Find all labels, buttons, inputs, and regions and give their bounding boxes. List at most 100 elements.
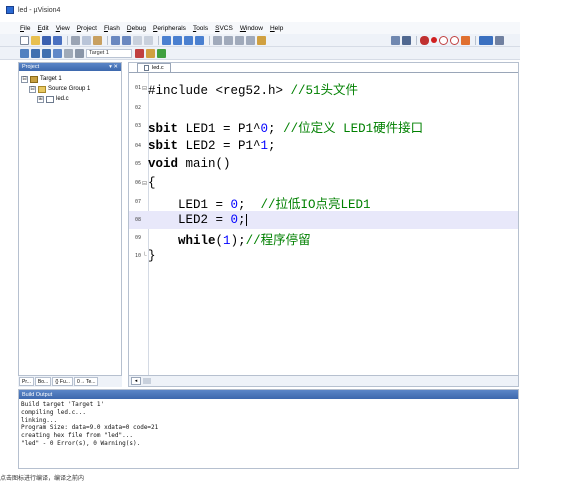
menu-project[interactable]: Project	[77, 25, 97, 32]
panel-tab-0[interactable]: Pr...	[19, 377, 34, 386]
tree-item-source-group-1[interactable]: ⊟ Source Group 1	[21, 84, 119, 94]
code-line-02[interactable]: 02	[129, 99, 518, 117]
uncomment-icon[interactable]	[246, 35, 255, 45]
unindent-icon[interactable]	[224, 35, 233, 45]
build-output-line: compiling led.c...	[21, 408, 87, 416]
panel-tab-2[interactable]: {} Fu...	[52, 377, 73, 386]
code-text: sbit LED1 = P1^0; //位定义 LED1硬件接口	[148, 121, 424, 136]
project-panel-header: Project ▾ ✕	[19, 63, 121, 71]
undo-icon[interactable]	[111, 35, 120, 45]
find-in-files-icon[interactable]	[257, 35, 266, 45]
configure-icon[interactable]	[461, 35, 470, 45]
main-toolbar	[0, 34, 520, 47]
kill-breakpoints-icon[interactable]	[450, 35, 459, 45]
code-line-06[interactable]: 06 ⊟{	[129, 174, 518, 192]
save-all-icon[interactable]	[53, 35, 62, 45]
target-options-icon[interactable]	[135, 48, 144, 58]
code-line-08[interactable]: 08 LED2 = 0;	[129, 211, 518, 229]
bookmark-next-icon[interactable]	[184, 35, 193, 45]
indent-icon[interactable]	[213, 35, 222, 45]
stop-build-icon[interactable]	[64, 48, 73, 58]
code-line-01[interactable]: 01 ⊟ #include <reg52.h> //51头文件	[129, 79, 518, 98]
menu-tools[interactable]: Tools	[193, 25, 208, 32]
tree-expander-icon[interactable]: ⊟	[29, 85, 36, 93]
batch-build-icon[interactable]	[53, 48, 62, 58]
new-file-icon[interactable]	[20, 35, 29, 45]
manage-components-icon[interactable]	[157, 48, 166, 58]
bookmark-clear-icon[interactable]	[195, 35, 204, 45]
bookmark-prev-icon[interactable]	[173, 35, 182, 45]
tools-icon[interactable]	[495, 35, 504, 45]
menu-svcs[interactable]: SVCS	[215, 25, 233, 32]
code-line-05[interactable]: 05 void main()	[129, 155, 518, 173]
scroll-thumb[interactable]	[143, 378, 151, 384]
menu-label-rest: iew	[59, 24, 70, 32]
build-icon[interactable]	[31, 48, 40, 58]
copy-icon[interactable]	[82, 35, 91, 45]
code-editor[interactable]: led.c 01 ⊟ #include <reg52.h> //51头文件 02 03 s…	[128, 62, 519, 387]
code-line-03[interactable]: 03 sbit LED1 = P1^0; //位定义 LED1硬件接口	[129, 117, 518, 136]
tree-expander-icon[interactable]: ⊞	[37, 95, 44, 103]
download-icon[interactable]	[75, 48, 84, 58]
disable-breakpoint-icon[interactable]	[439, 35, 448, 45]
code-text: LED2 = 0;	[148, 213, 247, 227]
line-number: 06	[134, 180, 141, 186]
menu-label-rest: elp	[274, 24, 284, 32]
fold-marker-icon[interactable]: ⊟	[141, 180, 148, 187]
tree-expander-icon[interactable]: ⊟	[21, 75, 28, 83]
menu-peripherals[interactable]: Peripherals	[153, 25, 186, 32]
menu-label-rest: roject	[81, 24, 97, 32]
incremental-find-icon[interactable]	[402, 35, 411, 45]
menu-label-rest: lash	[107, 24, 120, 32]
breakpoint-icon[interactable]	[431, 37, 437, 43]
menu-view[interactable]: View	[56, 25, 70, 32]
code-line-07[interactable]: 07 LED1 = 0; //拉低IO点亮LED1	[129, 193, 518, 212]
target-select-value: Target 1	[89, 50, 109, 56]
open-folder-icon[interactable]	[31, 35, 40, 45]
translate-icon[interactable]	[20, 48, 29, 58]
build-output-panel: Build Output Build target 'Target 1' comp…	[18, 389, 519, 469]
redo-icon[interactable]	[122, 35, 131, 45]
save-icon[interactable]	[42, 35, 51, 45]
scroll-left-button[interactable]: ◂	[131, 377, 141, 385]
bookmark-icon[interactable]	[162, 35, 171, 45]
panel-controls[interactable]: ▾ ✕	[109, 64, 118, 70]
target-select[interactable]: Target 1	[86, 48, 132, 58]
rebuild-icon[interactable]	[42, 48, 51, 58]
nav-back-icon[interactable]	[133, 35, 142, 45]
debug-session-icon[interactable]	[420, 35, 429, 45]
code-text: {	[148, 176, 156, 190]
fold-marker-icon[interactable]: ⊟	[141, 85, 148, 92]
menu-debug[interactable]: Debug	[127, 25, 146, 32]
tab-led-c[interactable]: led.c	[137, 63, 171, 72]
menu-file[interactable]: File	[20, 25, 31, 32]
code-line-04[interactable]: 04 sbit LED2 = P1^1;	[129, 137, 518, 155]
build-output-line: Program Size: data=9.0 xdata=0 code=21	[21, 424, 159, 432]
tree-item-led-c[interactable]: ⊞ led.c	[21, 94, 119, 104]
menu-window[interactable]: Window	[240, 25, 263, 32]
horizontal-scrollbar[interactable]: ◂	[128, 375, 519, 387]
tree-item-target-1[interactable]: ⊟ Target 1	[21, 74, 119, 84]
panel-tab-1[interactable]: Bo...	[34, 377, 52, 386]
comment-icon[interactable]	[235, 35, 244, 45]
file-extensions-icon[interactable]	[146, 48, 155, 58]
line-number: 05	[134, 161, 141, 167]
paste-icon[interactable]	[93, 35, 102, 45]
code-line-10[interactable]: 10 └}	[129, 247, 518, 265]
cut-icon[interactable]	[71, 35, 80, 45]
line-number: 09	[134, 235, 141, 241]
code-line-09[interactable]: 09 while(1);//程序停留	[129, 229, 518, 248]
fold-marker-icon[interactable]: └	[141, 253, 148, 259]
panel-tab-3[interactable]: 0→ Te...	[73, 377, 99, 386]
line-number: 03	[134, 123, 141, 129]
menu-label-rest: ile	[23, 24, 31, 32]
nav-forward-icon[interactable]	[144, 35, 153, 45]
menu-flash[interactable]: Flash	[104, 25, 120, 32]
window-select-icon[interactable]	[479, 35, 493, 45]
separator	[416, 35, 417, 45]
find-icon[interactable]	[391, 35, 400, 45]
tree-item-label: led.c	[56, 96, 69, 102]
menu-help[interactable]: Help	[270, 25, 283, 32]
menu-edit[interactable]: Edit	[38, 25, 49, 32]
build-output-line: creating hex file from "led"...	[21, 432, 133, 440]
